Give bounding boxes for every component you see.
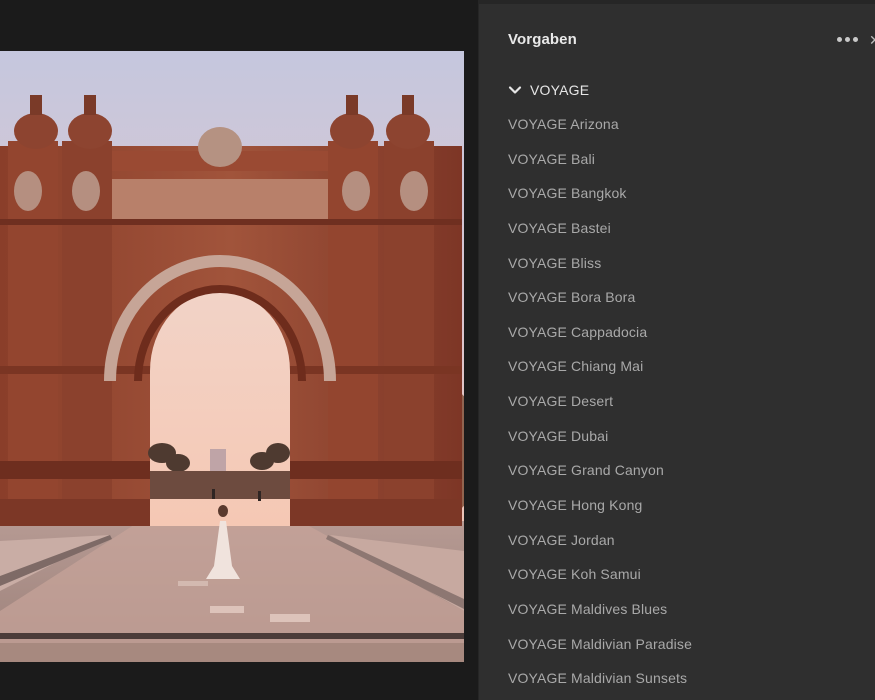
more-options-button[interactable] bbox=[835, 30, 863, 48]
close-icon[interactable]: ✕ bbox=[869, 33, 875, 47]
preset-item[interactable]: VOYAGE Hong Kong bbox=[479, 488, 875, 523]
preset-item[interactable]: VOYAGE Grand Canyon bbox=[479, 453, 875, 488]
preset-item[interactable]: VOYAGE Chiang Mai bbox=[479, 349, 875, 384]
preset-item[interactable]: VOYAGE Bangkok bbox=[479, 176, 875, 211]
photo-preview[interactable] bbox=[0, 51, 464, 662]
preset-list: VOYAGE Arizona VOYAGE Bali VOYAGE Bangko… bbox=[479, 107, 875, 696]
panel-title: Vorgaben bbox=[508, 31, 577, 48]
image-canvas bbox=[0, 0, 478, 700]
panel-header: Vorgaben ✕ bbox=[479, 4, 875, 70]
presets-panel: Vorgaben ✕ VOYAGE VOYAGE Arizona VOYAGE … bbox=[478, 0, 875, 700]
preset-item[interactable]: VOYAGE Arizona bbox=[479, 107, 875, 142]
photo-arc-de-triomf bbox=[0, 51, 464, 662]
preset-item[interactable]: VOYAGE Maldivian Paradise bbox=[479, 627, 875, 662]
preset-item[interactable]: VOYAGE Bliss bbox=[479, 246, 875, 281]
group-label: VOYAGE bbox=[530, 82, 590, 98]
preset-group-voyage[interactable]: VOYAGE bbox=[508, 80, 589, 100]
preset-item[interactable]: VOYAGE Maldives Blues bbox=[479, 592, 875, 627]
preset-item[interactable]: VOYAGE Jordan bbox=[479, 523, 875, 558]
preset-item[interactable]: VOYAGE Cappadocia bbox=[479, 315, 875, 350]
chevron-down-icon bbox=[508, 86, 522, 94]
preset-item[interactable]: VOYAGE Koh Samui bbox=[479, 557, 875, 592]
preset-item[interactable]: VOYAGE Maldivian Sunsets bbox=[479, 661, 875, 696]
preset-item[interactable]: VOYAGE Desert bbox=[479, 384, 875, 419]
app-window: Vorgaben ✕ VOYAGE VOYAGE Arizona VOYAGE … bbox=[0, 0, 875, 700]
preset-item[interactable]: VOYAGE Bastei bbox=[479, 211, 875, 246]
preset-item[interactable]: VOYAGE Bora Bora bbox=[479, 280, 875, 315]
preset-item[interactable]: VOYAGE Bali bbox=[479, 142, 875, 177]
preset-item[interactable]: VOYAGE Dubai bbox=[479, 419, 875, 454]
